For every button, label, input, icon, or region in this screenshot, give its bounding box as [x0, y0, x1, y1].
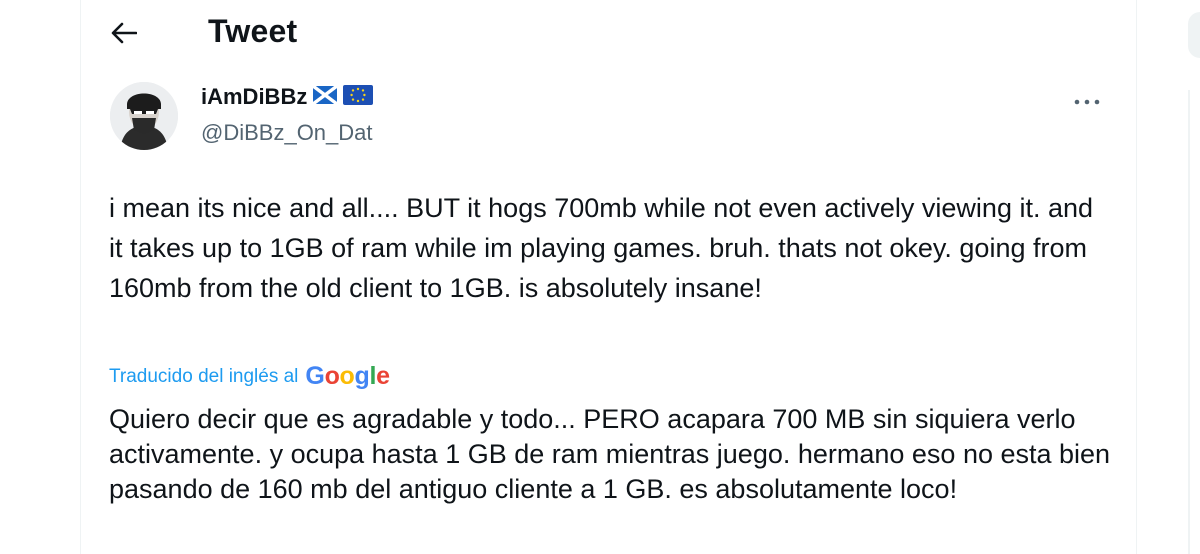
eu-flag-icon — [343, 84, 374, 110]
back-arrow-icon — [111, 22, 137, 44]
avatar[interactable] — [110, 82, 178, 150]
avatar-image — [110, 82, 178, 150]
back-button[interactable] — [103, 12, 145, 54]
search-box-edge[interactable] — [1188, 12, 1200, 58]
header: Tweet — [81, 0, 1136, 66]
right-rail-divider — [1188, 90, 1190, 554]
translated-from-link[interactable]: Traducido del inglés al — [109, 366, 298, 388]
google-logo: Google — [305, 362, 390, 390]
translated-tweet-text: Quiero decir que es agradable y todo... … — [109, 404, 1111, 504]
more-options-button[interactable] — [1067, 84, 1107, 120]
more-dots-icon — [1074, 99, 1100, 105]
tweet-text: i mean its nice and all.... BUT it hogs … — [109, 193, 1094, 303]
right-rail — [1137, 0, 1200, 554]
translation-attribution: Traducido del inglés al Google — [109, 362, 390, 391]
display-name[interactable]: iAmDiBBz — [201, 84, 307, 110]
tweet-column: Tweet iAmDiBBz @DiBBz_On_Dat i mean its … — [80, 0, 1137, 554]
scotland-flag-icon — [312, 84, 339, 109]
name-row: iAmDiBBz — [201, 84, 374, 110]
page-title: Tweet — [208, 13, 298, 49]
left-gutter — [0, 0, 80, 554]
user-handle[interactable]: @DiBBz_On_Dat — [201, 120, 373, 146]
